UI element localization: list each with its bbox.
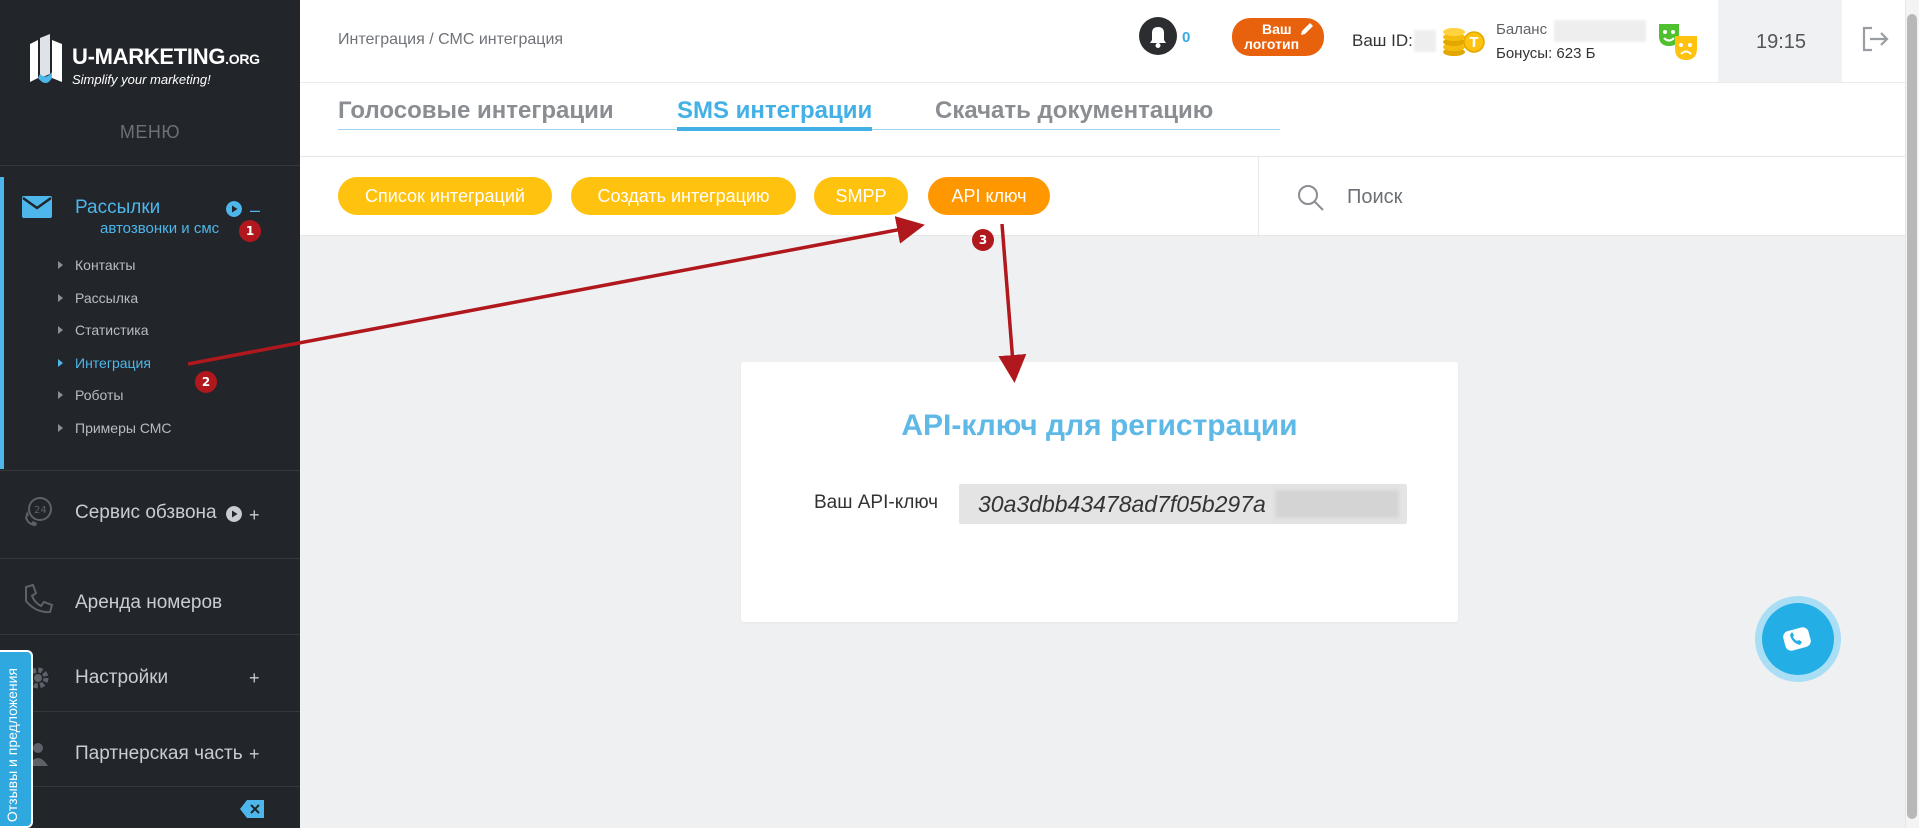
divider: [1258, 157, 1259, 235]
sidebar-subitem-integration[interactable]: Интеграция: [58, 355, 151, 371]
divider: [0, 711, 300, 712]
divider: [0, 165, 300, 166]
collapse-toggle[interactable]: –: [250, 201, 260, 219]
redacted-key-part: [1275, 490, 1399, 518]
api-key-value: 30a3dbb43478ad7f05b297a: [978, 491, 1266, 517]
tab-download-docs[interactable]: Скачать документацию: [935, 97, 1213, 125]
redacted-balance: [1554, 20, 1646, 42]
menu-heading: МЕНЮ: [119, 122, 181, 142]
feedback-tab[interactable]: Отзывы и предложения: [0, 650, 33, 828]
toolbar: Список интеграций Создать интеграцию SMP…: [300, 156, 1905, 236]
sidebar-item-mailings-subtitle: автозвонки и смс: [100, 220, 220, 237]
annotation-badge-2: 2: [195, 371, 217, 393]
play-icon[interactable]: [226, 506, 242, 522]
triangle-icon: [58, 261, 63, 269]
divider: [0, 786, 300, 787]
sidebar-item-settings[interactable]: Настройки: [75, 667, 168, 689]
logo[interactable]: U-MARKETING.ORG Simplify your marketing!: [24, 32, 274, 88]
sidebar-subitem-robots[interactable]: Роботы: [58, 387, 123, 403]
tabs-bar: Голосовые интеграции SMS интеграции Скач…: [300, 82, 1905, 157]
scrollbar-thumb[interactable]: [1907, 14, 1917, 819]
expand-toggle[interactable]: +: [249, 506, 260, 524]
phone-24-icon: 24: [25, 497, 52, 526]
redacted-id: [1414, 30, 1436, 52]
logo-mark-icon: [30, 34, 62, 83]
triangle-icon: [58, 294, 63, 302]
sidebar-subitem-statistics[interactable]: Статистика: [58, 322, 149, 338]
api-key-field[interactable]: 30a3dbb43478ad7f05b297a: [959, 484, 1407, 524]
api-key-card: API-ключ для регистрации Ваш API-ключ 30…: [741, 362, 1458, 622]
card-title: API-ключ для регистрации: [901, 409, 1298, 442]
sidebar-item-partners[interactable]: Партнерская часть: [75, 743, 243, 765]
clock-time: 19:15: [1756, 31, 1807, 53]
chat-button[interactable]: [1762, 603, 1834, 675]
your-logo-line2: логотип: [1244, 36, 1300, 52]
clock: 19:15: [1718, 0, 1842, 82]
expand-toggle[interactable]: +: [249, 669, 260, 687]
sidebar-subitem-mailing[interactable]: Рассылка: [58, 290, 138, 306]
phone-chat-icon: [1783, 627, 1811, 651]
svg-text:T: T: [1470, 36, 1479, 51]
sidebar-subitem-sms-examples[interactable]: Примеры СМС: [58, 420, 172, 436]
triangle-icon: [58, 359, 63, 367]
pencil-icon: [1301, 23, 1313, 35]
svg-text:24: 24: [34, 505, 47, 516]
notifications-count: 0: [1182, 29, 1191, 46]
your-id-label: Ваш ID:: [1352, 31, 1413, 50]
triangle-icon: [58, 326, 63, 334]
create-integration-button[interactable]: Создать интеграцию: [571, 177, 796, 215]
coins-icon[interactable]: T: [1440, 20, 1486, 60]
annotation-badge-1: 1: [239, 220, 261, 242]
divider: [0, 558, 300, 559]
sidebar-item-mailings[interactable]: Рассылки: [75, 197, 160, 219]
sidebar: U-MARKETING.ORG Simplify your marketing!…: [0, 0, 300, 828]
triangle-icon: [58, 391, 63, 399]
bonus-text: Бонусы: 623 Б: [1496, 45, 1596, 62]
envelope-icon: [22, 196, 52, 218]
your-logo-line1: Ваш: [1262, 21, 1292, 37]
balance-label: Баланс: [1496, 21, 1548, 38]
integrations-list-button[interactable]: Список интеграций: [338, 177, 552, 215]
theater-masks-icon[interactable]: [1657, 20, 1701, 62]
divider: [0, 470, 300, 471]
sidebar-item-number-rental[interactable]: Аренда номеров: [75, 592, 222, 614]
smpp-button[interactable]: SMPP: [814, 177, 908, 215]
sidebar-subitem-contacts[interactable]: Контакты: [58, 257, 135, 273]
tab-sms-integrations[interactable]: SMS интеграции: [677, 97, 872, 125]
breadcrumb: Интеграция / СМС интеграция: [338, 31, 564, 48]
logo-title: U-MARKETING.ORG: [72, 44, 260, 69]
sidebar-item-call-service[interactable]: Сервис обзвона: [75, 502, 217, 524]
triangle-icon: [58, 424, 63, 432]
collapse-sidebar-icon[interactable]: [240, 800, 264, 818]
logout-icon[interactable]: [1862, 26, 1890, 52]
annotation-arrow: [998, 223, 1027, 383]
logo-subtitle: Simplify your marketing!: [72, 72, 211, 87]
api-key-button[interactable]: API ключ: [928, 177, 1050, 215]
bell-icon[interactable]: [1138, 16, 1178, 56]
expand-toggle[interactable]: +: [249, 745, 260, 763]
top-header: Интеграция / СМС интеграция 0 Ваш логоти…: [300, 0, 1905, 82]
phone-icon: [25, 583, 54, 614]
search-input[interactable]: [1345, 178, 1849, 216]
your-logo-button[interactable]: Ваш логотип: [1232, 18, 1324, 56]
tab-voice-integrations[interactable]: Голосовые интеграции: [338, 97, 614, 125]
feedback-tab-label: Отзывы и предложения: [4, 667, 20, 822]
annotation-badge-3: 3: [972, 229, 994, 251]
search-icon[interactable]: [1297, 184, 1325, 212]
play-icon[interactable]: [226, 201, 242, 217]
active-tab-indicator: [677, 127, 872, 131]
api-key-label: Ваш API-ключ: [814, 492, 939, 513]
divider: [0, 634, 300, 635]
